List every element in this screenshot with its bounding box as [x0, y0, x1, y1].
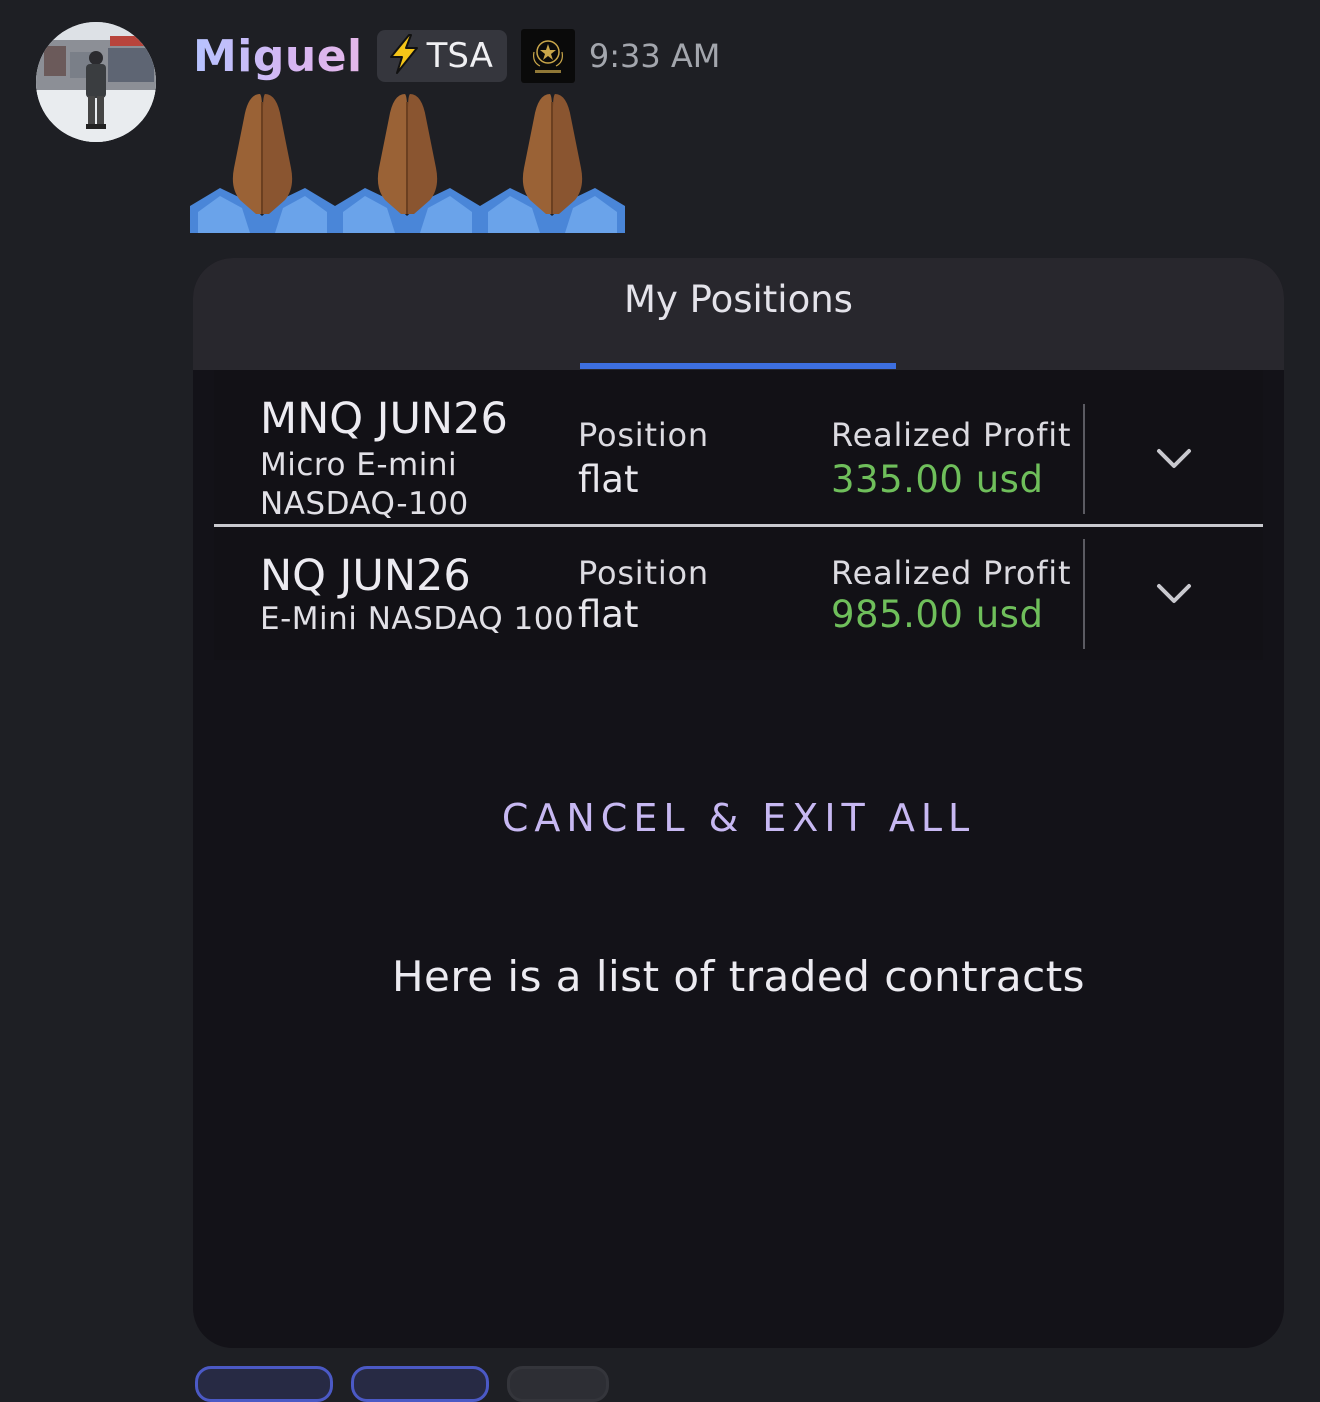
column-divider [1083, 539, 1085, 649]
contract-symbol: MNQ JUN26 [260, 394, 508, 444]
realized-profit-label: Realized Profit [831, 416, 1072, 454]
position-value: flat [578, 458, 639, 501]
reaction-pill[interactable] [195, 1366, 333, 1402]
realized-profit-value: 985.00 usd [831, 593, 1044, 636]
server-tag-label: TSA [426, 36, 493, 76]
avatar-photo [36, 22, 156, 142]
positions-card: My Positions MNQ JUN26 Micro E-mini NASD… [193, 258, 1284, 1348]
position-row[interactable]: MNQ JUN26 Micro E-mini NASDAQ-100 Positi… [214, 370, 1263, 527]
contract-description: E-Mini NASDAQ 100 [260, 601, 575, 637]
server-tag-badge[interactable]: TSA [376, 30, 507, 82]
chevron-down-icon[interactable] [1156, 582, 1192, 606]
server-badge-icon[interactable] [520, 29, 575, 83]
realized-profit-value: 335.00 usd [831, 458, 1044, 501]
position-value: flat [578, 593, 639, 636]
positions-list: MNQ JUN26 Micro E-mini NASDAQ-100 Positi… [214, 370, 1263, 660]
position-label: Position [578, 416, 709, 454]
card-tab-bar: My Positions [193, 258, 1284, 370]
reaction-bar [195, 1366, 609, 1402]
emoji-row [190, 88, 625, 233]
contract-description: NASDAQ-100 [260, 486, 469, 522]
contract-symbol: NQ JUN26 [260, 551, 471, 601]
position-row[interactable]: NQ JUN26 E-Mini NASDAQ 100 Position flat… [214, 527, 1263, 660]
column-divider [1083, 404, 1085, 514]
user-avatar[interactable] [36, 22, 156, 142]
realized-profit-label: Realized Profit [831, 554, 1072, 592]
folded-hands-icon[interactable] [190, 88, 335, 233]
contract-description: Micro E-mini [260, 447, 458, 483]
add-reaction-button[interactable] [507, 1366, 609, 1402]
traded-contracts-note: Here is a list of traded contracts [391, 952, 1086, 1001]
username[interactable]: Miguel [193, 31, 363, 82]
reaction-pill[interactable] [351, 1366, 489, 1402]
folded-hands-icon[interactable] [480, 88, 625, 233]
folded-hands-icon[interactable] [335, 88, 480, 233]
position-label: Position [578, 554, 709, 592]
active-tab-indicator [580, 363, 896, 369]
tab-my-positions[interactable]: My Positions [193, 278, 1284, 321]
chevron-down-icon[interactable] [1156, 447, 1192, 471]
message-header: Miguel TSA 9:33 AM [193, 26, 720, 86]
lightning-icon [387, 34, 421, 78]
crest-icon [532, 40, 563, 73]
cancel-exit-all-button[interactable]: CANCEL & EXIT ALL [193, 796, 1284, 840]
message-timestamp: 9:33 AM [588, 37, 721, 75]
